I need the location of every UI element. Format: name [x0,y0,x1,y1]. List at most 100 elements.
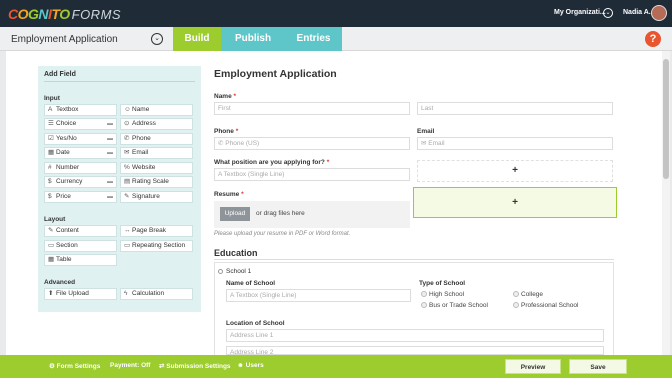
lightning-icon: ϟ [124,290,128,297]
phone-icon: ✆ [124,135,130,142]
layout-section-heading: Layout [44,216,66,223]
field-website[interactable]: % Website [120,162,193,174]
form-settings-button[interactable]: ⚙ Form Settings [49,362,100,370]
tab-entries[interactable]: Entries [285,27,342,51]
checkbox-icon: ☑ [48,135,54,142]
section-icon: ▭ [48,242,55,249]
drop-zone[interactable]: + [413,187,617,218]
phone-label[interactable]: Phone * [214,128,238,135]
top-bar: COGNITO FORMS My Organizati... ⌄ Nadia A… [0,0,672,27]
field-file-upload[interactable]: ⬆ File Upload [44,288,117,300]
avatar[interactable] [651,5,667,21]
radio-icon [421,302,427,308]
cognito-forms-logo[interactable]: COGNITO FORMS [8,5,121,23]
drag-files-text: or drag files here [256,210,305,217]
school-title: School 1 [226,268,252,275]
radio-high-school[interactable]: High School [421,291,464,298]
school-name-label[interactable]: Name of School [226,280,275,287]
chevron-down-icon[interactable]: ⌄ [603,8,613,18]
resume-upload-area[interactable]: Upload or drag files here [214,201,410,228]
logo-wordmark: COGNITO [8,6,70,22]
grip-icon: ▬ [107,136,113,142]
field-name[interactable]: ☺Name [120,104,193,116]
field-price[interactable]: $ Price ▬ [44,191,117,203]
location-label[interactable]: Location of School [226,320,285,327]
users-button[interactable]: ☻ Users [237,362,264,369]
preview-button[interactable]: Preview [505,359,561,374]
list-icon: ☰ [48,120,54,127]
form-heading[interactable]: Employment Application [214,68,337,80]
field-signature[interactable]: ✎ Signature [120,191,193,203]
help-icon[interactable]: ? [645,31,661,47]
submission-settings-button[interactable]: ⇄ Submission Settings [159,362,231,370]
add-field-cell[interactable]: + [417,160,613,182]
location-icon: ⊙ [124,120,130,127]
edit-icon: ✎ [48,227,54,234]
first-name-field[interactable]: First [214,102,410,115]
radio-professional-school[interactable]: Professional School [513,302,578,309]
payment-button[interactable]: Payment: Off [110,362,150,369]
radio-icon [513,291,519,297]
gear-icon: ⚙ [49,363,57,370]
grip-icon: ▬ [107,194,113,200]
address-line1-field[interactable]: Address Line 1 [226,329,604,342]
vertical-scrollbar[interactable] [662,51,670,355]
field-choice[interactable]: ☰ Choice ▬ [44,118,117,130]
dollar-icon: $ [48,193,52,200]
school-type-label[interactable]: Type of School [419,280,465,287]
field-date[interactable]: ▦ Date ▬ [44,147,117,159]
tab-publish[interactable]: Publish [221,27,285,51]
radio-trade-school[interactable]: Bus or Trade School [421,302,488,309]
field-section[interactable]: ▭ Section [44,240,117,252]
collapse-icon[interactable] [218,269,223,274]
envelope-icon: ✉ [124,149,130,156]
calendar-icon: ▦ [48,149,55,156]
field-currency[interactable]: $ Currency ▬ [44,176,117,188]
chevron-down-icon[interactable]: ⌄ [151,33,163,45]
field-rating-scale[interactable]: ▤ Rating Scale [120,176,193,188]
radio-icon [513,302,519,308]
form-title[interactable]: Employment Application [11,34,118,45]
field-email[interactable]: ✉ Email [120,147,193,159]
hash-icon: # [48,164,52,171]
school-name-field[interactable]: A Textbox (Single Line) [226,289,411,302]
radio-icon [421,291,427,297]
field-number[interactable]: # Number [44,162,117,174]
link-icon: % [124,164,130,171]
page-break-icon: ↔ [124,227,131,234]
address-line2-field[interactable]: Address Line 2 [226,346,604,355]
last-name-field[interactable]: Last [417,102,613,115]
radio-college[interactable]: College [513,291,543,298]
field-calculation[interactable]: ϟ Calculation [120,288,193,300]
field-table[interactable]: ▦ Table [44,254,117,266]
field-phone[interactable]: ✆ Phone [120,133,193,145]
form-header-bar: Employment Application ⌄ Build Publish E… [0,27,672,51]
save-button[interactable]: Save [569,359,627,374]
position-label[interactable]: What position are you applying for? * [214,159,329,166]
resume-hint: Please upload your resume in PDF or Word… [214,231,351,237]
position-field[interactable]: A Textbox (Single Line) [214,168,410,181]
grip-icon: ▬ [107,121,113,127]
field-yes-no[interactable]: ☑ Yes/No ▬ [44,133,117,145]
field-page-break[interactable]: ↔ Page Break [120,225,193,237]
education-heading[interactable]: Education [214,248,258,258]
tab-build[interactable]: Build [173,27,221,51]
logo-forms-text: FORMS [71,6,122,22]
field-address[interactable]: ⊙ Address [120,118,193,130]
users-icon: ☻ [237,362,246,369]
organization-menu[interactable]: My Organizati... [554,9,606,16]
bottom-toolbar: ⚙ Form Settings Payment: Off ⇄ Submissio… [0,355,672,378]
field-textbox[interactable]: A Textbox [44,104,117,116]
table-icon: ▦ [48,256,55,263]
resume-label[interactable]: Resume * [214,191,244,198]
name-label[interactable]: Name * [214,93,236,100]
user-name[interactable]: Nadia A. [623,9,651,16]
email-field[interactable]: ✉ Email [417,137,613,150]
phone-field[interactable]: ✆ Phone (US) [214,137,410,150]
email-label[interactable]: Email [417,128,434,135]
field-repeating-section[interactable]: ▭ Repeating Section [120,240,193,252]
input-section-heading: Input [44,95,60,102]
scrollbar-thumb[interactable] [663,59,669,179]
upload-button[interactable]: Upload [220,207,250,221]
field-content[interactable]: ✎ Content [44,225,117,237]
